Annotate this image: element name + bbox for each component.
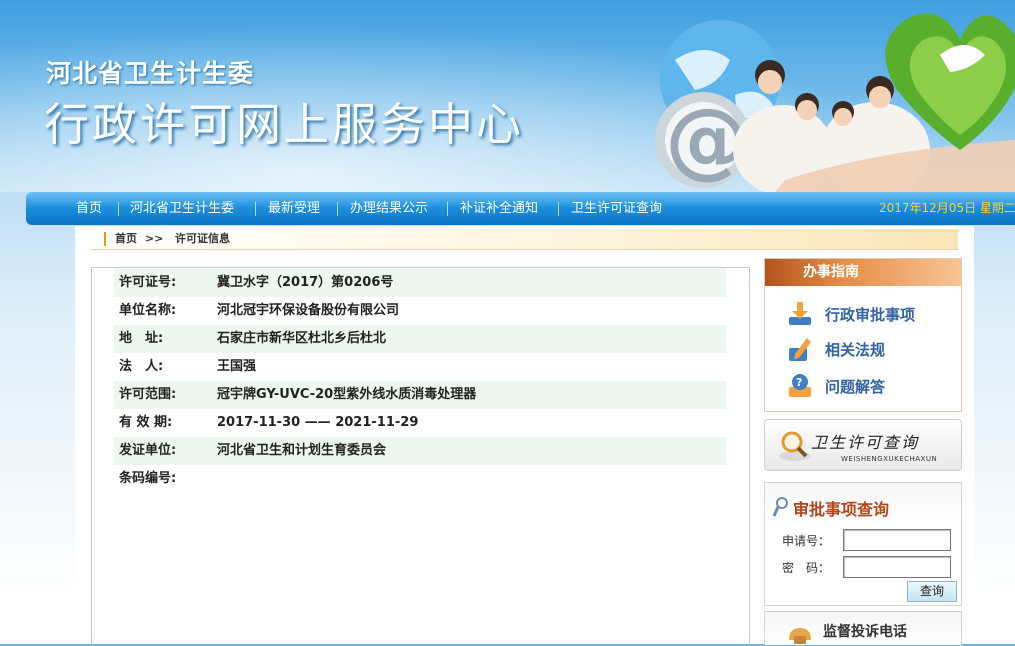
permit-row: 许可范围: 冠宇牌GY-UVC-20型紫外线水质消毒处理器 xyxy=(114,381,726,409)
approval-query-header: 审批事项查询 xyxy=(765,483,961,523)
breadcrumb-marker xyxy=(104,232,106,246)
guide-item-regulations[interactable]: 相关法规 xyxy=(785,334,955,364)
nav-divider xyxy=(118,202,119,216)
permit-label: 发证单位: xyxy=(119,443,177,458)
permit-info-panel: 许可证号: 冀卫水字（2017）第0206号 单位名称: 河北冠宇环保设备股份有… xyxy=(91,267,750,645)
permit-row: 法 人: 王国强 xyxy=(114,353,726,381)
permit-row: 发证单位: 河北省卫生和计划生育委员会 xyxy=(114,437,726,465)
main-nav: 首页 河北省卫生计生委 最新受理 办理结果公示 补证补全通知 卫生许可证查询 2… xyxy=(26,192,1015,225)
nav-divider xyxy=(447,202,448,216)
banner-illustration: @ xyxy=(655,13,1015,192)
guide-title: 办事指南 xyxy=(803,264,859,280)
permit-label: 单位名称: xyxy=(119,303,177,318)
guide-item-label: 问题解答 xyxy=(825,378,886,396)
permit-value: 河北冠宇环保设备股份有限公司 xyxy=(217,303,400,318)
nav-latest-accepted[interactable]: 最新受理 xyxy=(268,192,320,225)
edit-pen-icon xyxy=(789,338,811,361)
download-arrow-icon xyxy=(789,302,811,325)
magnifier-icon xyxy=(779,431,811,461)
nav-license-query[interactable]: 卫生许可证查询 xyxy=(571,192,662,225)
org-name: 河北省卫生计生委 xyxy=(46,59,255,88)
search-icon xyxy=(772,497,788,517)
guide-item-label: 行政审批事项 xyxy=(825,306,916,324)
permit-row: 单位名称: 河北冠宇环保设备股份有限公司 xyxy=(114,297,726,325)
permit-value: 王国强 xyxy=(217,359,257,374)
permit-row: 许可证号: 冀卫水字（2017）第0206号 xyxy=(114,269,726,297)
guide-panel: 办事指南 行政审批事项 相关法规 ? 问题解答 xyxy=(764,258,962,412)
current-date: 2017年12月05日 星期二 xyxy=(879,201,1015,215)
license-query-title: 卫生许可查询 xyxy=(811,433,920,452)
guide-item-label: 相关法规 xyxy=(825,341,886,359)
permit-label: 许可范围: xyxy=(119,387,177,402)
permit-row: 有 效 期: 2017-11-30 —— 2021-11-29 xyxy=(114,409,726,437)
password-input[interactable] xyxy=(843,556,951,578)
permit-value: 冠宇牌GY-UVC-20型紫外线水质消毒处理器 xyxy=(217,387,477,402)
password-label: 密 码： xyxy=(782,561,831,575)
approval-query-panel: 审批事项查询 申请号： 密 码： 查询 xyxy=(764,482,962,606)
permit-value: 石家庄市新华区杜北乡后杜北 xyxy=(217,331,387,346)
permit-value: 冀卫水字（2017）第0206号 xyxy=(217,275,394,290)
permit-label: 许可证号: xyxy=(119,275,177,290)
breadcrumb: 首页 >> 许可证信息 xyxy=(91,229,958,250)
permit-label: 条码编号: xyxy=(119,471,177,486)
permit-label: 法 人: xyxy=(119,359,164,374)
complaint-phone-panel: 监督投诉电话 xyxy=(764,611,962,645)
guide-item-approval[interactable]: 行政审批事项 xyxy=(785,299,955,329)
license-query-subtitle: WEISHENGXUKECHAXUN xyxy=(841,455,938,463)
app-no-label: 申请号： xyxy=(782,534,831,548)
permit-label: 有 效 期: xyxy=(119,415,173,430)
approval-query-title: 审批事项查询 xyxy=(793,500,890,519)
breadcrumb-current: 许可证信息 xyxy=(175,232,230,245)
nav-home[interactable]: 首页 xyxy=(76,192,102,225)
license-query-banner[interactable]: 卫生许可查询 WEISHENGXUKECHAXUN xyxy=(764,419,962,471)
guide-header: 办事指南 xyxy=(765,259,961,286)
nav-divider xyxy=(337,202,338,216)
phone-icon xyxy=(789,628,811,644)
permit-value: 2017-11-30 —— 2021-11-29 xyxy=(217,415,419,430)
app-no-input[interactable] xyxy=(843,529,951,551)
svg-text:?: ? xyxy=(796,376,802,389)
question-icon: ? xyxy=(789,374,811,397)
breadcrumb-separator: >> xyxy=(145,232,164,245)
nav-divider xyxy=(255,202,256,216)
header-banner: 河北省卫生计生委 行政许可网上服务中心 @ xyxy=(0,0,1015,192)
complaint-phone-title: 监督投诉电话 xyxy=(823,624,907,640)
site-title: 行政许可网上服务中心 xyxy=(44,98,525,151)
guide-item-faq[interactable]: ? 问题解答 xyxy=(785,371,955,401)
permit-label: 地 址: xyxy=(119,331,164,346)
nav-supplement-notice[interactable]: 补证补全通知 xyxy=(460,192,538,225)
query-button[interactable]: 查询 xyxy=(907,581,957,602)
breadcrumb-home[interactable]: 首页 xyxy=(115,229,137,249)
nav-commission[interactable]: 河北省卫生计生委 xyxy=(130,192,234,225)
nav-results-publicity[interactable]: 办理结果公示 xyxy=(350,192,428,225)
permit-row: 条码编号: xyxy=(114,465,726,493)
permit-row: 地 址: 石家庄市新华区杜北乡后杜北 xyxy=(114,325,726,353)
permit-value: 河北省卫生和计划生育委员会 xyxy=(217,443,387,458)
nav-divider xyxy=(558,202,559,216)
